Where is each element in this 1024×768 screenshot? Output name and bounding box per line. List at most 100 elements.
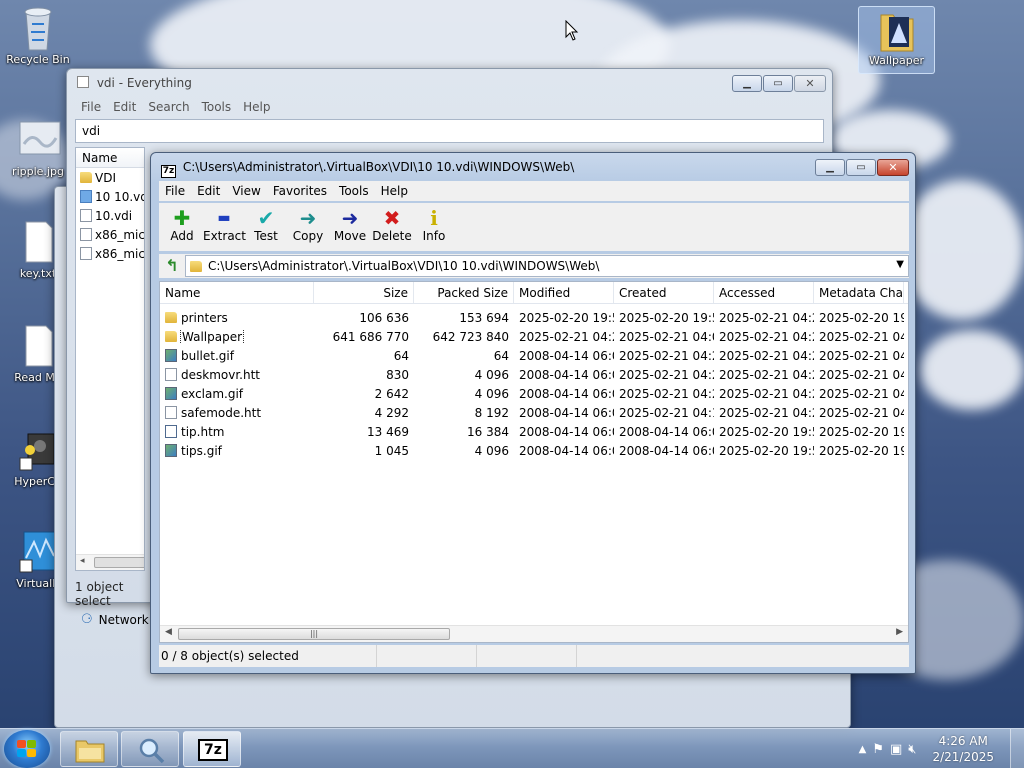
column-header-name[interactable]: Name [160, 282, 314, 303]
desktop-icon-label: Recycle Bin [6, 53, 70, 66]
table-row[interactable]: tips.gif 1 045 4 096 2008-04-14 06:00 20… [160, 441, 908, 460]
file-name: exclam.gif [181, 386, 244, 401]
delete-button[interactable]: ✖ Delete [371, 203, 413, 251]
nav-item-network[interactable]: ⚆ Network [81, 612, 149, 627]
info-button[interactable]: i Info [413, 203, 455, 251]
file-name: tip.htm [181, 424, 225, 439]
menu-edit[interactable]: Edit [107, 100, 142, 114]
image-file-icon [165, 387, 177, 400]
menu-tools[interactable]: Tools [196, 100, 238, 114]
horizontal-scrollbar[interactable]: ◀ ||| ▶ [160, 625, 908, 642]
file-name: printers [181, 310, 228, 325]
status-pane [377, 645, 477, 667]
sevenzip-title: C:\Users\Administrator\.VirtualBox\VDI\1… [182, 160, 575, 174]
everything-status-text: 1 object select [75, 580, 124, 608]
start-button[interactable] [4, 730, 50, 768]
file-created: 2025-02-21 04:20 [619, 348, 714, 363]
sevenzip-window[interactable]: 7z C:\Users\Administrator\.VirtualBox\VD… [150, 152, 916, 674]
volume-muted-icon[interactable]: 🔇︎ [908, 742, 916, 757]
file-icon [165, 406, 177, 419]
table-row[interactable]: Wallpaper 641 686 770 642 723 840 2025-0… [160, 327, 908, 346]
copy-arrow-icon: ➜ [299, 206, 317, 230]
up-folder-button[interactable]: ↰ [159, 255, 185, 277]
list-item[interactable]: x86_micro [76, 244, 144, 263]
show-desktop-button[interactable] [1010, 729, 1024, 768]
column-header-packed-size[interactable]: Packed Size [414, 282, 514, 303]
close-button[interactable]: ✕ [877, 159, 909, 176]
copy-button[interactable]: ➜ Copy [287, 203, 329, 251]
minimize-button[interactable]: ▁ [815, 159, 845, 176]
sevenzip-titlebar[interactable]: 7z C:\Users\Administrator\.VirtualBox\VD… [151, 153, 915, 181]
column-header-created[interactable]: Created [614, 282, 714, 303]
everything-search-input[interactable]: vdi [75, 119, 824, 143]
menu-view[interactable]: View [226, 184, 266, 198]
network-tray-icon[interactable]: ▣ [890, 742, 902, 757]
test-button-label: Test [254, 229, 278, 243]
menu-search[interactable]: Search [142, 100, 195, 114]
list-item[interactable]: 10.vdi [76, 206, 144, 225]
scroll-left-icon[interactable]: ◀ [165, 627, 172, 637]
column-header-name[interactable]: Name [76, 148, 144, 168]
file-metadata-changed: 2025-02-20 19:5 [819, 310, 904, 325]
extract-button[interactable]: ▬ Extract [203, 203, 246, 251]
file-modified: 2008-04-14 06:00 [519, 367, 614, 382]
image-file-icon [165, 349, 177, 362]
table-row[interactable]: deskmovr.htt 830 4 096 2008-04-14 06:00 … [160, 365, 908, 384]
action-center-flag-icon[interactable]: ⚑ [872, 742, 884, 757]
table-row[interactable]: bullet.gif 64 64 2008-04-14 06:00 2025-0… [160, 346, 908, 365]
menu-file[interactable]: File [75, 100, 107, 114]
menu-tools[interactable]: Tools [333, 184, 375, 198]
vdi-file-icon [80, 190, 92, 203]
maximize-button[interactable]: ▭ [763, 75, 793, 92]
desktop-icon-wallpaper[interactable]: Wallpaper [858, 6, 935, 74]
maximize-button[interactable]: ▭ [846, 159, 876, 176]
text-file-icon [18, 324, 58, 368]
menu-favorites[interactable]: Favorites [267, 184, 333, 198]
html-file-icon [165, 425, 177, 438]
scroll-right-icon[interactable]: ▶ [896, 627, 903, 637]
table-row[interactable]: safemode.htt 4 292 8 192 2008-04-14 06:0… [160, 403, 908, 422]
list-item[interactable]: VDI [76, 168, 144, 187]
move-button[interactable]: ➜ Move [329, 203, 371, 251]
table-row[interactable]: printers 106 636 153 694 2025-02-20 19:5… [160, 308, 908, 327]
7zip-icon: 7z [198, 739, 228, 761]
menu-help[interactable]: Help [375, 184, 414, 198]
taskbar-app-everything[interactable] [121, 731, 179, 767]
menu-file[interactable]: File [159, 184, 191, 198]
file-packed-size: 16 384 [467, 424, 509, 439]
taskbar-app-explorer[interactable] [60, 731, 118, 767]
scroll-thumb[interactable] [94, 557, 144, 568]
folder-icon [80, 172, 92, 183]
desktop-icon-ripple[interactable]: ripple.jpg [0, 118, 76, 178]
menu-help[interactable]: Help [237, 100, 276, 114]
column-header-size[interactable]: Size [314, 282, 414, 303]
taskbar-app-7zip[interactable]: 7z [183, 731, 241, 767]
maximize-icon: ▭ [773, 78, 783, 89]
list-item[interactable]: 10 10.vdi [76, 187, 144, 206]
desktop-icon-recycle-bin[interactable]: Recycle Bin [0, 6, 76, 66]
table-row[interactable]: tip.htm 13 469 16 384 2008-04-14 06:00 2… [160, 422, 908, 441]
minimize-button[interactable]: ▁ [732, 75, 762, 92]
test-button[interactable]: ✔ Test [245, 203, 287, 251]
list-item[interactable]: x86_micro [76, 225, 144, 244]
column-header-metadata-changed[interactable]: Metadata Cha... [814, 282, 904, 303]
clock[interactable]: 4:26 AM 2/21/2025 [932, 733, 994, 765]
file-created: 2025-02-21 04:19 [619, 405, 714, 420]
everything-titlebar[interactable]: vdi - Everything [67, 69, 832, 97]
network-icon: ⚆ [81, 612, 93, 627]
column-header-modified[interactable]: Modified [514, 282, 614, 303]
table-row[interactable]: exclam.gif 2 642 4 096 2008-04-14 06:00 … [160, 384, 908, 403]
column-header-accessed[interactable]: Accessed [714, 282, 814, 303]
file-packed-size: 642 723 840 [432, 329, 509, 344]
close-button[interactable]: ✕ [794, 75, 826, 92]
menu-edit[interactable]: Edit [191, 184, 226, 198]
address-combobox[interactable]: C:\Users\Administrator\.VirtualBox\VDI\1… [185, 255, 909, 277]
add-button-label: Add [170, 229, 194, 243]
file-name: bullet.gif [181, 348, 234, 363]
chevron-down-icon[interactable]: ▼ [896, 259, 904, 270]
move-arrow-icon: ➜ [341, 206, 359, 230]
show-hidden-icons-icon[interactable]: ▲ [859, 744, 867, 755]
add-button[interactable]: ✚ Add [161, 203, 203, 251]
horizontal-scrollbar[interactable]: ◂ [76, 554, 144, 570]
scroll-thumb[interactable]: ||| [178, 628, 450, 640]
